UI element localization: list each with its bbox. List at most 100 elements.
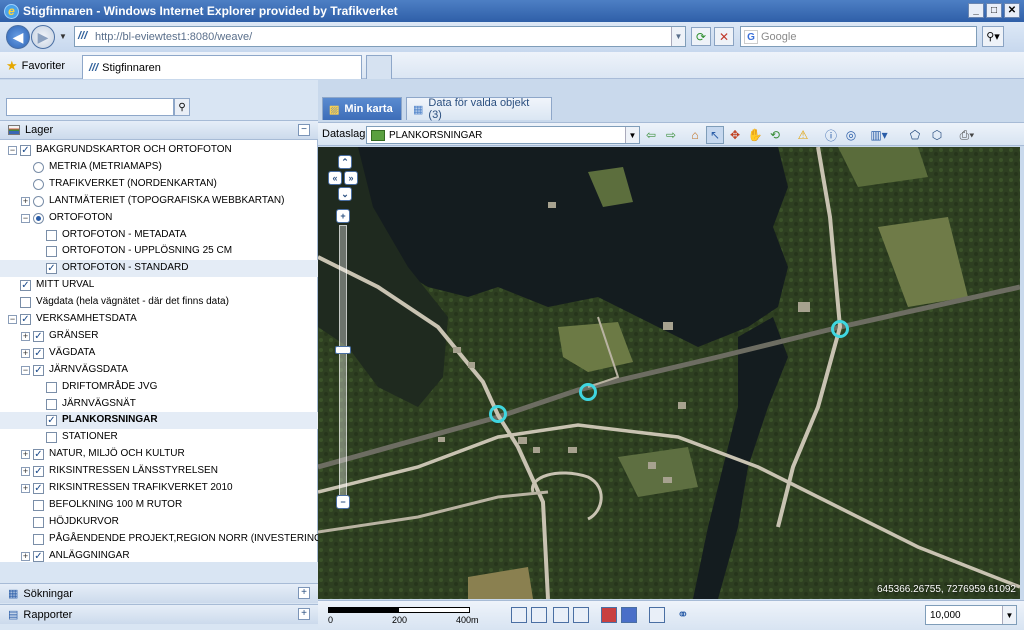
forward-button[interactable]: ▶	[31, 25, 55, 49]
layer-tree-row[interactable]: ORTOFOTON - METADATA	[0, 227, 318, 244]
layer-tree-row[interactable]: DRIFTOMRÅDE JVG	[0, 379, 318, 396]
layer-tree-row[interactable]: + ✓ RIKSINTRESSEN LÄNSSTYRELSEN	[0, 463, 318, 480]
layer-checkbox[interactable]: ✓	[46, 415, 57, 427]
back-extent-icon[interactable]: ⇦	[642, 126, 660, 144]
layer-checkbox[interactable]	[33, 499, 44, 511]
search-icon[interactable]: ⚲▾	[982, 26, 1004, 47]
stop-icon[interactable]: ✕	[714, 27, 734, 46]
tab-min-karta[interactable]: ▨ Min karta	[322, 97, 402, 120]
warning-icon[interactable]: ⚠	[794, 126, 812, 144]
expand-icon[interactable]: +	[21, 450, 30, 460]
globe-icon[interactable]: ◎	[842, 126, 860, 144]
zoom-slider-thumb[interactable]	[335, 346, 351, 354]
searches-panel-header[interactable]: ▦ Sökningar +	[0, 583, 318, 603]
collapse-icon[interactable]: −	[21, 365, 30, 375]
layer-tree-row[interactable]: − ✓ BAKGRUNDSKARTOR OCH ORTOFOTON	[0, 142, 318, 159]
zoom-slider[interactable]	[335, 225, 351, 499]
layer-radio[interactable]	[33, 212, 44, 224]
layer-tree-row[interactable]: + ✓ VÄGDATA	[0, 345, 318, 362]
layer-checkbox[interactable]	[46, 432, 57, 444]
expand-icon[interactable]: +	[21, 551, 30, 561]
layer-radio[interactable]	[33, 161, 44, 173]
forward-extent-icon[interactable]: ⇨	[662, 126, 680, 144]
layer-tree-row[interactable]: ✓ PLANKORSNINGAR	[0, 412, 318, 430]
layer-tree-row[interactable]: + ✓ GRÄNSER	[0, 328, 318, 345]
select-rectangle-icon[interactable]	[511, 607, 527, 623]
layer-radio[interactable]	[33, 178, 44, 190]
collapse-icon[interactable]: −	[8, 146, 17, 155]
layer-tree-row[interactable]: − ✓ VERKSAMHETSDATA	[0, 311, 318, 328]
layer-checkbox[interactable]	[33, 533, 44, 545]
layer-tree-row[interactable]: ✓ ORTOFOTON - STANDARD	[0, 260, 318, 278]
layer-tree-row[interactable]: + ✓ ANLÄGGNINGAR	[0, 548, 318, 565]
reports-panel-header[interactable]: ▤ Rapporter +	[0, 604, 318, 624]
layer-tree-row[interactable]: HÖJDKURVOR	[0, 514, 318, 531]
expand-icon[interactable]: +	[21, 331, 30, 341]
favorites-button[interactable]: ★ Favoriter	[6, 58, 65, 74]
layer-search-input[interactable]	[6, 98, 174, 116]
layer-tree-row[interactable]: + ✓ RIKSINTRESSEN TRAFIKVERKET 2010	[0, 480, 318, 497]
layer-checkbox[interactable]: ✓	[33, 364, 44, 376]
minimize-button[interactable]: _	[968, 3, 984, 18]
layer-radio[interactable]	[33, 195, 44, 207]
collapse-icon[interactable]: −	[8, 315, 17, 324]
select-tool-icon[interactable]: ↖	[706, 126, 724, 144]
measure-menu-icon[interactable]: ▥▾	[870, 126, 888, 144]
history-dropdown-icon[interactable]: ▼	[59, 32, 67, 41]
print-menu-icon[interactable]: ⎙▾	[958, 126, 976, 144]
layer-tree-row[interactable]: METRIA (METRIAMAPS)	[0, 159, 318, 176]
layer-checkbox[interactable]: ✓	[33, 330, 44, 342]
expand-icon[interactable]: +	[21, 348, 30, 358]
search-input[interactable]: G Google	[740, 26, 977, 47]
pan-hand-icon[interactable]: ✋	[746, 126, 764, 144]
layer-tree-row[interactable]: JÄRNVÄGSNÄT	[0, 396, 318, 413]
layer-checkbox[interactable]	[46, 398, 57, 410]
layer-tree-row[interactable]: TRAFIKVERKET (NORDENKARTAN)	[0, 176, 318, 193]
address-dropdown-icon[interactable]: ▼	[671, 27, 685, 46]
collapse-icon[interactable]: −	[21, 213, 30, 223]
fullscreen-icon[interactable]	[649, 607, 665, 623]
pan-down-icon[interactable]: ⌄	[338, 187, 352, 201]
refresh-map-icon[interactable]: ⟲	[766, 126, 784, 144]
layer-tree-row[interactable]: BEFOLKNING 100 M RUTOR	[0, 497, 318, 514]
zoom-in-button[interactable]: +	[336, 209, 350, 223]
layer-checkbox[interactable]: ✓	[33, 483, 44, 494]
draw-polygon-icon[interactable]: ⬠	[906, 126, 924, 144]
layers-panel-header[interactable]: Lager −	[0, 120, 318, 140]
zoom-out-button[interactable]: −	[336, 495, 350, 509]
pan-up-icon[interactable]: ⌃	[338, 155, 352, 169]
layer-tree-row[interactable]: − ORTOFOTON	[0, 210, 318, 227]
pan-left-icon[interactable]: «	[328, 171, 342, 185]
scale-select[interactable]: 10,000 ▼	[925, 605, 1017, 625]
layer-checkbox[interactable]: ✓	[20, 280, 31, 292]
layer-checkbox[interactable]: ✓	[33, 550, 44, 562]
select-remove-icon[interactable]	[553, 607, 569, 623]
browser-tab[interactable]: /// Stigfinnaren	[82, 55, 362, 79]
select-clear-icon[interactable]	[573, 607, 589, 623]
identify-tool-icon[interactable]: ✥	[726, 126, 744, 144]
layer-checkbox[interactable]	[20, 297, 31, 309]
layer-checkbox[interactable]: ✓	[20, 314, 31, 325]
expand-icon[interactable]: +	[21, 467, 30, 477]
layer-tree-row[interactable]: ORTOFOTON - UPPLÖSNING 25 CM	[0, 243, 318, 260]
edit-polygon-icon[interactable]: ⬡	[928, 126, 946, 144]
expand-icon[interactable]: +	[21, 484, 30, 493]
info-icon[interactable]: ⓘ	[822, 126, 840, 144]
layer-tree-row[interactable]: STATIONER	[0, 429, 318, 446]
binoculars-icon[interactable]: ⚭	[677, 606, 689, 623]
export-icon[interactable]	[601, 607, 617, 623]
layer-tree-row[interactable]: − ✓ JÄRNVÄGSDATA	[0, 362, 318, 379]
select-add-icon[interactable]	[531, 607, 547, 623]
orthophoto-map[interactable]	[318, 147, 1020, 599]
close-button[interactable]: ✕	[1004, 3, 1020, 18]
maximize-button[interactable]: □	[986, 3, 1002, 18]
layer-checkbox[interactable]: ✓	[20, 145, 31, 156]
collapse-icon[interactable]: −	[298, 124, 310, 136]
back-button[interactable]: ◀	[6, 25, 30, 49]
layer-checkbox[interactable]	[46, 229, 57, 241]
layer-checkbox[interactable]: ✓	[46, 263, 57, 275]
layer-tree-row[interactable]: PÅGÅENDENDE PROJEKT,REGION NORR (INVESTE…	[0, 531, 325, 548]
layer-tree-row[interactable]: Vägdata (hela vägnätet - där det finns d…	[0, 294, 318, 311]
layer-search-icon[interactable]: ⚲	[174, 98, 190, 116]
new-tab-button[interactable]	[366, 55, 392, 79]
